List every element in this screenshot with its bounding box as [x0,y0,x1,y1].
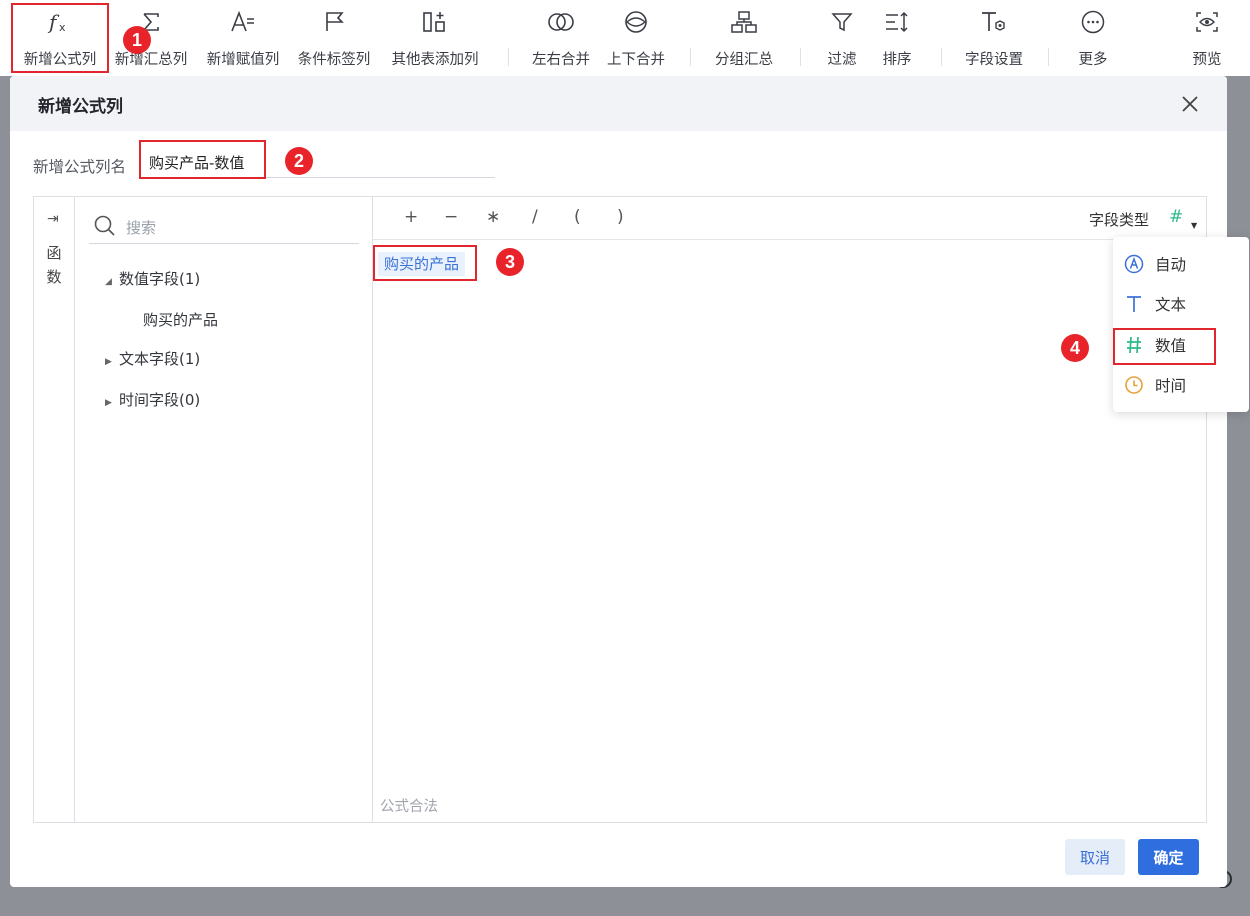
close-icon[interactable] [1179,93,1201,115]
toolbar-label: 更多 [1078,52,1108,68]
type-option-time[interactable]: 时间 [1123,370,1239,400]
group-summary-button[interactable]: 分组汇总 [706,0,782,76]
toolbar-label: 上下合并 [607,52,665,68]
field-settings-icon [980,10,1008,34]
merge-horizontal-icon [547,10,575,34]
condition-tag-column-button[interactable]: 条件标签列 [291,0,377,76]
toolbar-label: 条件标签列 [297,52,371,68]
tree-item-field[interactable]: 购买的产品 [143,309,218,330]
toolbar-separator [800,48,801,66]
preview-button[interactable]: 预览 [1182,0,1232,76]
column-name-label: 新增公式列名 [33,158,127,176]
clock-icon [1123,375,1145,395]
dialog-title: 新增公式列 [38,97,123,117]
toolbar-label: 分组汇总 [715,52,773,68]
dialog-header: 新增公式列 [10,76,1227,131]
step-marker-3: 3 [496,248,524,276]
field-type-number-icon[interactable]: # [1169,207,1183,227]
more-button[interactable]: 更多 [1068,0,1118,76]
more-icon [1081,10,1105,34]
step-highlight-4 [1113,328,1216,365]
merge-horizontal-button[interactable]: 左右合并 [523,0,599,76]
add-column-from-other-table-button[interactable]: 其他表添加列 [383,0,487,76]
field-tree-panel: ◢ 数值字段(1) 购买的产品 ▶ 文本字段(1) ▶ 时间字段(0) [75,197,373,822]
toolbar-label: 过滤 [827,52,857,68]
toolbar-label: 字段设置 [965,52,1023,68]
tree-group-time[interactable]: ▶ 时间字段(0) [105,389,200,410]
step-marker-2: 2 [285,147,313,175]
plus-operator[interactable]: + [404,207,418,227]
assign-icon [230,10,256,34]
step-highlight-3 [373,245,477,281]
toolbar: fx 新增公式列 新增汇总列 新增赋值列 条件标签列 其他表添加列 左右合并 上… [0,0,1250,76]
step-highlight-1 [11,3,109,73]
sort-button[interactable]: 排序 [872,0,922,76]
toolbar-label: 其他表添加列 [391,52,479,68]
divide-operator[interactable]: / [532,207,538,227]
merge-vertical-button[interactable]: 上下合并 [598,0,674,76]
toolbar-label: 预览 [1192,52,1222,68]
step-marker-1: 1 [123,26,151,54]
formula-panel: ⇥ 函数 ◢ 数值字段(1) 购买的产品 ▶ 文本字段(1) ▶ 时间字段(0) [33,196,1207,823]
toolbar-separator [690,48,691,66]
filter-button[interactable]: 过滤 [817,0,867,76]
toolbar-separator [1048,48,1049,66]
field-settings-button[interactable]: 字段设置 [956,0,1032,76]
toolbar-label: 新增汇总列 [114,52,188,68]
type-option-text[interactable]: 文本 [1123,289,1239,319]
search-input[interactable] [124,216,348,240]
toolbar-label: 新增赋值列 [206,52,280,68]
add-summary-column-button[interactable]: 新增汇总列 [108,0,194,76]
minus-operator[interactable]: − [444,207,458,227]
toolbar-label: 排序 [882,52,912,68]
text-type-icon [1123,294,1145,314]
formula-column-dialog: 新增公式列 新增公式列名 2 ⇥ 函数 ◢ 数值字段(1) 购买的产品 [10,76,1227,887]
type-option-label: 时间 [1155,377,1187,395]
caret-down-icon: ◢ [105,277,112,287]
search-box[interactable] [89,213,359,244]
close-paren-operator[interactable]: ) [617,207,624,227]
tree-group-label: 数值字段(1) [119,270,201,288]
field-type-dropdown: 自动 文本 数值 时间 [1113,237,1249,412]
function-label[interactable]: 函数 [46,241,62,289]
search-icon [94,215,116,241]
caret-right-icon: ▶ [105,357,112,367]
step-highlight-2 [139,140,266,179]
type-option-auto[interactable]: 自动 [1123,249,1239,279]
step-marker-4: 4 [1061,334,1089,362]
formula-status: 公式合法 [380,799,438,815]
formula-editor[interactable]: + − ∗ / ( ) 字段类型 # ▼ 购买的产品 3 公式合法 [373,197,1207,822]
background-strip [0,888,1250,916]
flag-icon [323,10,345,34]
toolbar-separator [941,48,942,66]
open-paren-operator[interactable]: ( [574,207,581,227]
group-icon [730,10,758,34]
filter-icon [831,10,853,34]
auto-icon [1123,254,1145,274]
caret-right-icon: ▶ [105,398,112,408]
tree-group-text[interactable]: ▶ 文本字段(1) [105,348,200,369]
confirm-button[interactable]: 确定 [1138,839,1199,875]
tree-group-label: 文本字段(1) [119,350,201,368]
cancel-button[interactable]: 取消 [1065,839,1125,875]
field-type-label: 字段类型 [1089,211,1150,229]
preview-icon [1195,10,1219,34]
multiply-operator[interactable]: ∗ [486,207,500,227]
sort-icon [884,10,910,34]
add-column-icon [422,10,448,34]
expand-icon[interactable]: ⇥ [47,211,59,227]
toolbar-label: 左右合并 [532,52,590,68]
function-sidebar[interactable]: ⇥ 函数 [34,197,75,822]
type-option-label: 自动 [1155,256,1187,274]
caret-down-icon[interactable]: ▼ [1191,221,1197,230]
tree-group-number[interactable]: ◢ 数值字段(1) [105,268,200,289]
tree-group-label: 时间字段(0) [119,391,201,409]
merge-vertical-icon [624,10,648,34]
type-option-label: 文本 [1155,296,1187,314]
operator-bar: + − ∗ / ( ) 字段类型 # ▼ [373,197,1207,240]
add-assign-column-button[interactable]: 新增赋值列 [200,0,286,76]
toolbar-separator [508,48,509,66]
